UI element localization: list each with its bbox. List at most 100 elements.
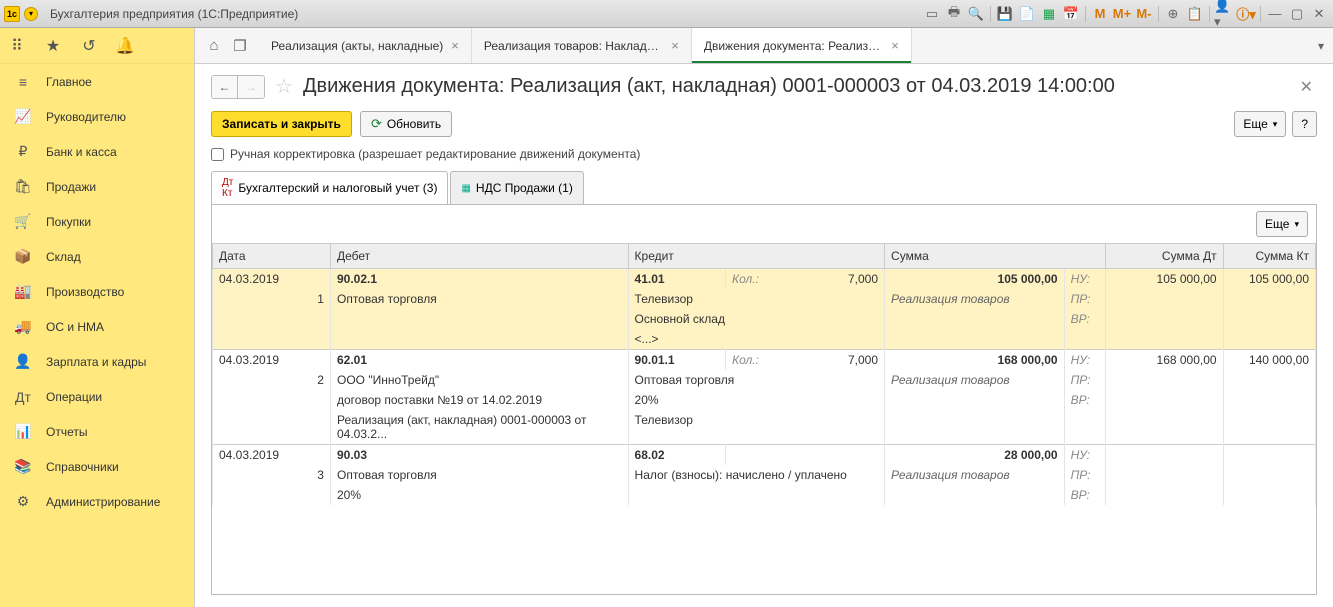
sidebar-item-11[interactable]: 📚 Справочники bbox=[0, 449, 194, 484]
grid-more-button[interactable]: Еще ▾ bbox=[1256, 211, 1308, 237]
cell-date: 04.03.2019 bbox=[213, 269, 331, 290]
col-credit2[interactable]: Кредит bbox=[628, 244, 885, 269]
info-icon[interactable]: ⓘ▾ bbox=[1236, 4, 1256, 24]
cell-debet-acc: 62.01 bbox=[330, 350, 628, 371]
nav-forward-button[interactable]: → bbox=[238, 76, 264, 98]
cell-debet-line: Оптовая торговля bbox=[330, 289, 628, 309]
col-date2[interactable]: Дата bbox=[213, 244, 331, 269]
sidebar-item-6[interactable]: 🏭Производство bbox=[0, 274, 194, 309]
sidebar-item-4[interactable]: 🛒Покупки bbox=[0, 204, 194, 239]
tab-close-icon[interactable]: × bbox=[451, 38, 459, 53]
cell-num: 1 bbox=[213, 289, 331, 309]
minimize-icon[interactable]: — bbox=[1265, 4, 1285, 24]
col-debet2[interactable]: Дебет bbox=[330, 244, 628, 269]
apps-icon[interactable]: ⠿ bbox=[8, 37, 26, 55]
tab-close-icon[interactable]: × bbox=[891, 38, 899, 53]
refresh-button[interactable]: ⟳Обновить bbox=[360, 111, 452, 137]
sidebar: ⠿ ★ ↺ 🔔 ≡Главное📈Руководителю₽Банк и кас… bbox=[0, 28, 195, 607]
table-row[interactable]: договор поставки №19 от 14.02.201920%ВР: bbox=[213, 390, 1316, 410]
table-row[interactable]: Реализация (акт, накладная) 0001-000003 … bbox=[213, 410, 1316, 445]
history-icon[interactable]: ↺ bbox=[80, 37, 98, 55]
chart-icon: 📈 bbox=[14, 108, 32, 126]
calendar-icon[interactable]: 📅 bbox=[1061, 4, 1081, 24]
save-icon[interactable]: 💾 bbox=[995, 4, 1015, 24]
table-row[interactable]: 2ООО "ИнноТрейд"Оптовая торговляРеализац… bbox=[213, 370, 1316, 390]
table-row[interactable]: Основной складВР: bbox=[213, 309, 1316, 329]
sidebar-item-0[interactable]: ≡Главное bbox=[0, 64, 194, 99]
table-icon: ▦ bbox=[461, 183, 470, 194]
sidebar-item-7[interactable]: 🚚ОС и НМА bbox=[0, 309, 194, 344]
sidebar-item-10[interactable]: 📊 Отчеты bbox=[0, 414, 194, 449]
table-row[interactable]: 3Оптовая торговляНалог (взносы): начисле… bbox=[213, 465, 1316, 485]
sidebar-label: Отчеты bbox=[46, 425, 87, 439]
inner-tab-0[interactable]: ДтКтБухгалтерский и налоговый учет (3) bbox=[211, 171, 448, 204]
m-plus-btn[interactable]: M+ bbox=[1112, 4, 1132, 24]
bars-icon: 📊 bbox=[14, 423, 32, 441]
notifications-icon[interactable]: 🔔 bbox=[116, 37, 134, 55]
m-btn[interactable]: M bbox=[1090, 4, 1110, 24]
book-icon: 📚 bbox=[14, 458, 32, 476]
cell-date: 04.03.2019 bbox=[213, 350, 331, 371]
doc-icon[interactable]: 📄 bbox=[1017, 4, 1037, 24]
accounting-entries-body[interactable]: Дата Дебет Кредит Сумма Сумма Дт Сумма К… bbox=[212, 243, 1316, 505]
print-icon[interactable]: 🖶 bbox=[944, 4, 964, 24]
zoom-in-icon[interactable]: ⊕ bbox=[1163, 4, 1183, 24]
favorite-star-icon[interactable]: ☆ bbox=[275, 74, 293, 99]
sidebar-label: Банк и касса bbox=[46, 145, 117, 159]
sidebar-item-8[interactable]: 👤Зарплата и кадры bbox=[0, 344, 194, 379]
tb-open-icon[interactable]: ▭ bbox=[922, 4, 942, 24]
app-menu-dropdown[interactable]: ▾ bbox=[24, 7, 38, 21]
cell-summa-note: Реализация товаров bbox=[885, 370, 1065, 390]
user-icon[interactable]: 👤▾ bbox=[1214, 4, 1234, 24]
table-row[interactable]: 04.03.201990.02.141.01Кол.: 7,000105 000… bbox=[213, 269, 1316, 290]
sidebar-item-9[interactable]: ДтОперации bbox=[0, 379, 194, 414]
col-summa-kt2[interactable]: Сумма Кт bbox=[1223, 244, 1315, 269]
tab-close-icon[interactable]: × bbox=[671, 38, 679, 53]
help-button[interactable]: ? bbox=[1292, 111, 1317, 137]
clipboard-icon[interactable]: 📋 bbox=[1185, 4, 1205, 24]
home-icon[interactable]: ⌂ bbox=[203, 35, 225, 57]
maximize-icon[interactable]: ▢ bbox=[1287, 4, 1307, 24]
windows-icon[interactable]: ❐ bbox=[229, 35, 251, 57]
more-button[interactable]: Еще ▾ bbox=[1234, 111, 1286, 137]
favorite-icon[interactable]: ★ bbox=[44, 37, 62, 55]
sidebar-label: Зарплата и кадры bbox=[46, 355, 146, 369]
table-row[interactable]: 1Оптовая торговляТелевизорРеализация тов… bbox=[213, 289, 1316, 309]
cell-credit-acc: 41.01 bbox=[628, 269, 725, 290]
table-row[interactable]: <...> bbox=[213, 329, 1316, 350]
sidebar-item-12[interactable]: ⚙Администрирование bbox=[0, 484, 194, 519]
inner-tab-label: НДС Продажи (1) bbox=[476, 181, 573, 195]
cell-debet-line: договор поставки №19 от 14.02.2019 bbox=[330, 390, 628, 410]
table-row[interactable]: 20%ВР: bbox=[213, 485, 1316, 505]
table-row[interactable]: 04.03.201990.0368.0228 000,00НУ: bbox=[213, 445, 1316, 466]
sidebar-item-3[interactable]: 🛍Продажи bbox=[0, 169, 194, 204]
document-tab-1[interactable]: Реализация товаров: Накладная 0001-00000… bbox=[472, 28, 692, 63]
save-and-close-button[interactable]: Записать и закрыть bbox=[211, 111, 352, 137]
document-tab-2[interactable]: Движения документа: Реализация (акт, нак… bbox=[692, 28, 912, 63]
cell-summa-dt bbox=[1105, 445, 1223, 466]
nav-back-button[interactable]: ← bbox=[212, 76, 238, 98]
sidebar-item-2[interactable]: ₽Банк и касса bbox=[0, 134, 194, 169]
preview-icon[interactable]: 🔍 bbox=[966, 4, 986, 24]
m-minus-btn[interactable]: M- bbox=[1134, 4, 1154, 24]
close-window-icon[interactable]: ✕ bbox=[1309, 4, 1329, 24]
sidebar-label: Операции bbox=[46, 390, 102, 404]
cell-tax-label: ПР: bbox=[1064, 289, 1105, 309]
calc-icon[interactable]: ▦ bbox=[1039, 4, 1059, 24]
sidebar-item-5[interactable]: 📦Склад bbox=[0, 239, 194, 274]
tabs-more-dropdown[interactable]: ▾ bbox=[1309, 39, 1333, 53]
inner-tab-1[interactable]: ▦ НДС Продажи (1) bbox=[450, 171, 583, 204]
cell-tax-label: ВР: bbox=[1064, 485, 1105, 505]
col-summa-dt2[interactable]: Сумма Дт bbox=[1105, 244, 1223, 269]
col-summa2[interactable]: Сумма bbox=[885, 244, 1106, 269]
cell-nu-label: НУ: bbox=[1064, 445, 1105, 466]
document-tab-0[interactable]: Реализация (акты, накладные)× bbox=[259, 28, 472, 63]
manual-correction-checkbox[interactable] bbox=[211, 148, 224, 161]
tab-label: Движения документа: Реализация (акт, нак… bbox=[704, 39, 883, 53]
table-row[interactable]: 04.03.201962.0190.01.1Кол.: 7,000168 000… bbox=[213, 350, 1316, 371]
sidebar-item-1[interactable]: 📈Руководителю bbox=[0, 99, 194, 134]
document-close-icon[interactable]: ✕ bbox=[1300, 77, 1317, 97]
cell-num: 2 bbox=[213, 370, 331, 390]
cell-debet-line: ООО "ИнноТрейд" bbox=[330, 370, 628, 390]
sidebar-label: Справочники bbox=[46, 460, 119, 474]
